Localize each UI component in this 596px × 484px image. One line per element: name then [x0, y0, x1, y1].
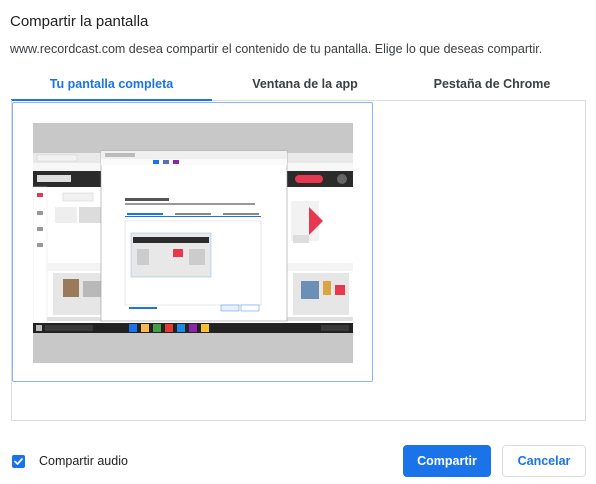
- screen-thumbnail-image: [33, 123, 353, 363]
- dialog-subtitle: www.recordcast.com desea compartir el co…: [10, 42, 543, 56]
- tab-chrome-tab[interactable]: Pestaña de Chrome: [398, 72, 586, 100]
- share-audio-checkbox[interactable]: [12, 454, 25, 468]
- share-button[interactable]: Compartir: [403, 445, 491, 477]
- cancel-button[interactable]: Cancelar: [502, 445, 586, 477]
- checkmark-icon: [14, 457, 23, 465]
- tab-entire-screen[interactable]: Tu pantalla completa: [11, 72, 212, 100]
- tab-app-window[interactable]: Ventana de la app: [212, 72, 398, 100]
- screen-source-tile[interactable]: [12, 102, 373, 382]
- share-audio-label: Compartir audio: [39, 454, 128, 468]
- screen-thumbnail: [33, 123, 353, 363]
- source-list: [11, 100, 586, 421]
- tab-bar: Tu pantalla completa Ventana de la app P…: [11, 72, 586, 101]
- share-audio-row: Compartir audio: [12, 453, 128, 469]
- dialog-title: Compartir la pantalla: [10, 13, 149, 30]
